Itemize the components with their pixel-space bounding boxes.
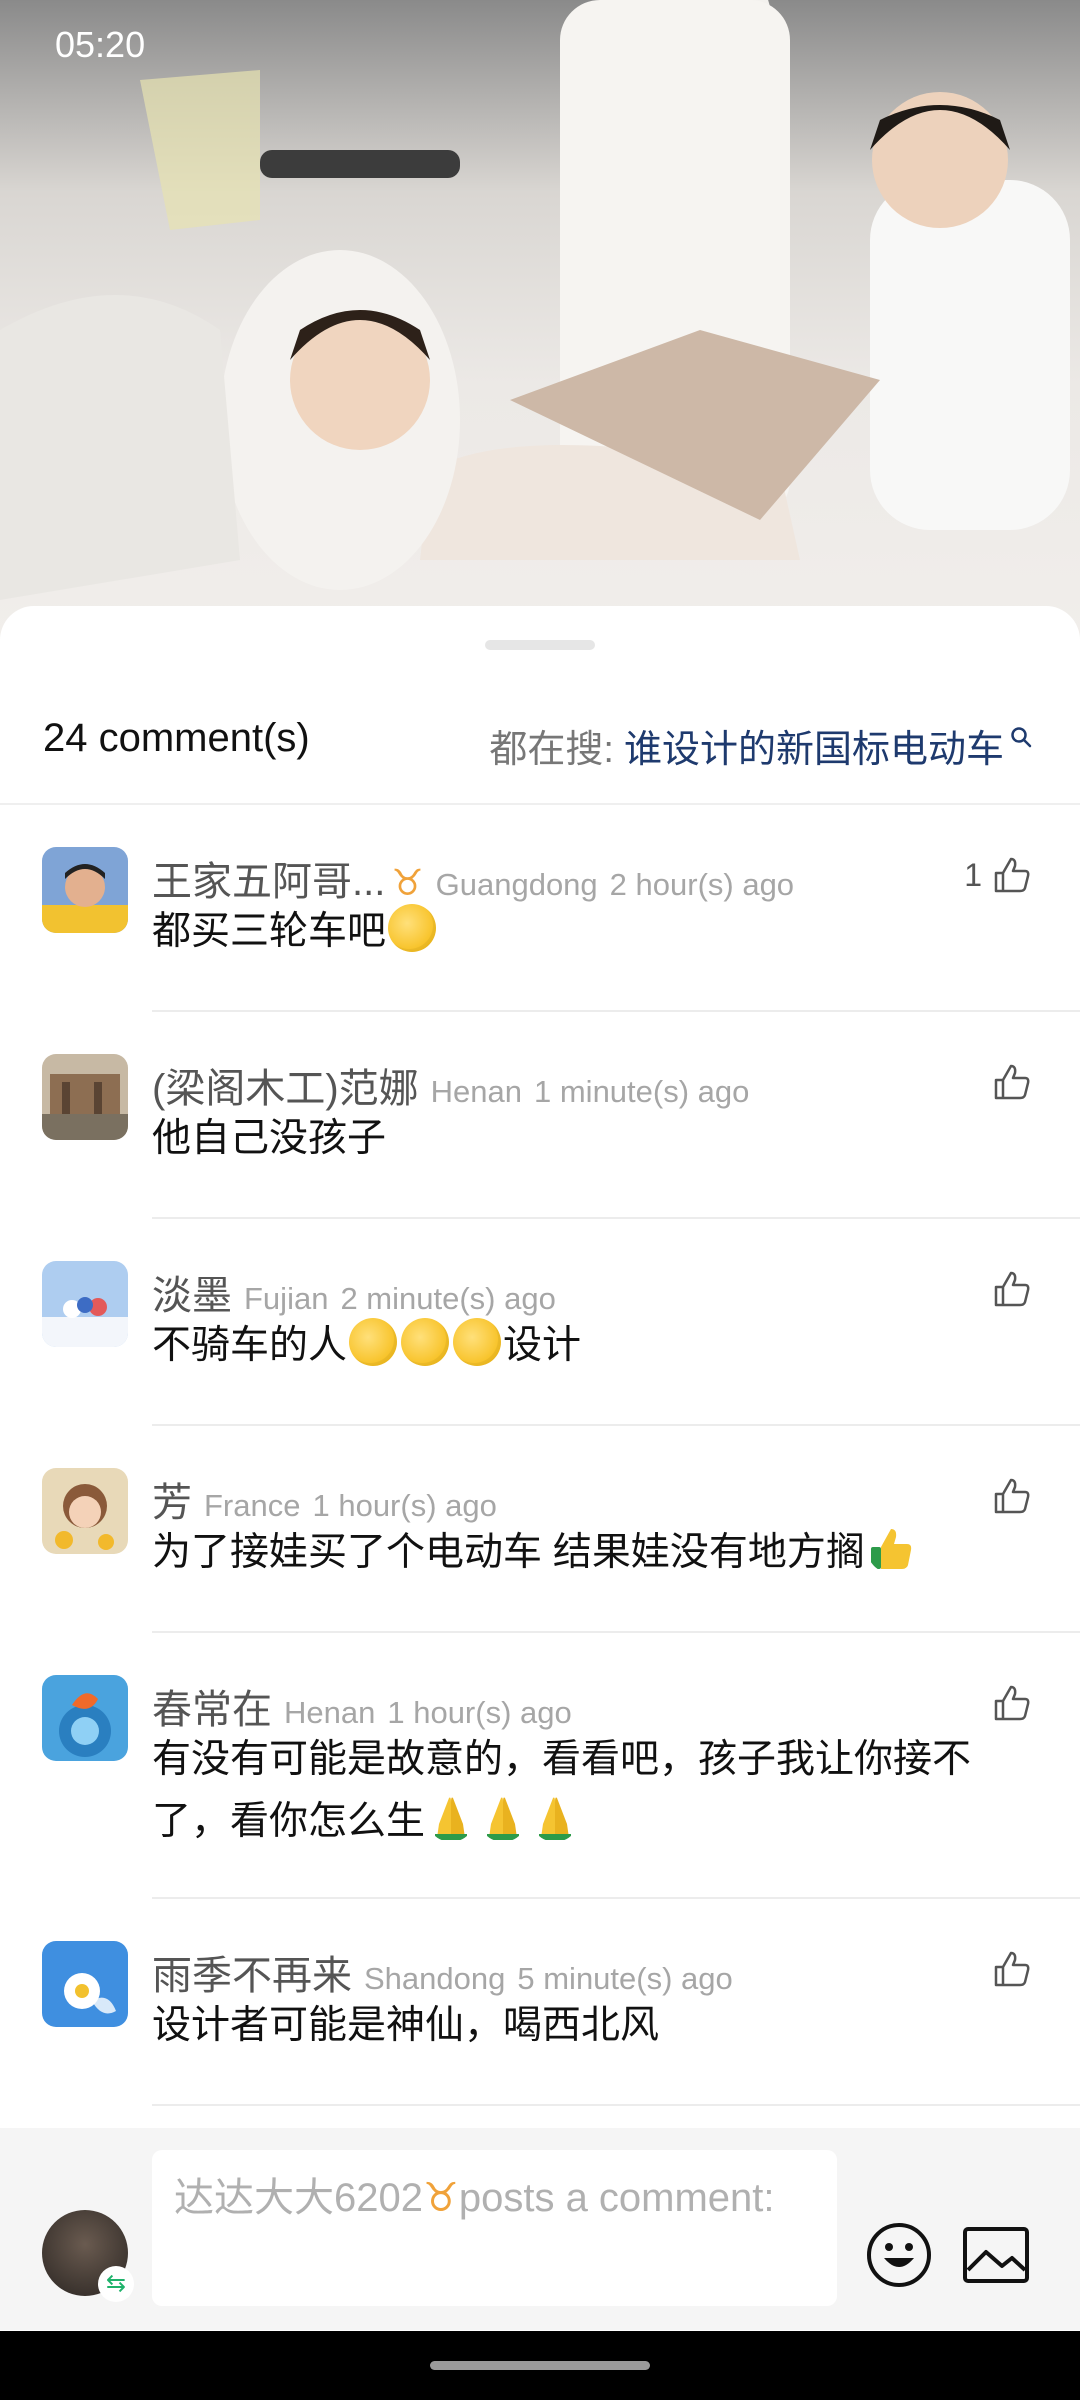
- comment-meta: 芳 France 1 hour(s) ago: [152, 1470, 497, 1528]
- comment-text: 他自己没孩子: [152, 1117, 387, 1160]
- zodiac-badge-icon: ♉: [422, 2176, 459, 2220]
- username[interactable]: 雨季不再来: [152, 1943, 352, 2001]
- comment-text: 都买三轮车吧: [152, 901, 1032, 963]
- username[interactable]: 春常在: [152, 1677, 272, 1735]
- comment-body: 为了接娃买了个电动车 结果娃没有地方搁: [152, 1531, 865, 1574]
- home-gesture-bar[interactable]: [430, 2361, 650, 2370]
- comment-item[interactable]: 春常在 Henan 1 hour(s) ago 有没有可能是故意的，看看吧，孩子…: [0, 1633, 1080, 1899]
- avatar[interactable]: [42, 847, 128, 933]
- placeholder-text: posts a comment:: [458, 2176, 775, 2220]
- comment-input-placeholder: 达达大大6202♉posts a comment:: [174, 2168, 794, 2228]
- username[interactable]: 淡墨: [152, 1263, 232, 1321]
- thumbs-up-icon[interactable]: [992, 1476, 1032, 1516]
- comment-text: 设计者可能是神仙，喝西北风: [152, 2004, 660, 2047]
- drag-handle[interactable]: [485, 640, 595, 650]
- divider: [152, 2104, 1080, 2106]
- comment-item[interactable]: 芳 France 1 hour(s) ago 为了接娃买了个电动车 结果娃没有地…: [0, 1426, 1080, 1633]
- thumbs-up-icon[interactable]: [992, 855, 1032, 895]
- comment-body: 不骑车的人: [152, 1324, 348, 1367]
- comment-text: 为了接娃买了个电动车 结果娃没有地方搁: [152, 1522, 1032, 1584]
- comment-meta: (梁阁木工)范娜 Henan 1 minute(s) ago: [152, 1056, 749, 1114]
- like-count: 1: [964, 857, 982, 893]
- location: Fujian: [244, 1281, 329, 1316]
- thumbs-up-emoji-icon: [870, 1529, 912, 1569]
- username[interactable]: (梁阁木工)范娜: [152, 1056, 419, 1114]
- location: Henan: [430, 1074, 522, 1109]
- avatar[interactable]: [42, 1468, 128, 1554]
- laugh-cry-emoji-icon: [388, 904, 437, 952]
- avatar[interactable]: [42, 1261, 128, 1347]
- comment-item[interactable]: 雨季不再来 Shandong 5 minute(s) ago 设计者可能是神仙，…: [0, 1899, 1080, 2106]
- status-time: 05:20: [55, 24, 146, 65]
- avatar[interactable]: [42, 1675, 128, 1761]
- comment-text: 不骑车的人 设计: [152, 1315, 1032, 1377]
- search-icon: [1011, 726, 1032, 747]
- thumbs-up-icon[interactable]: [992, 1949, 1032, 1989]
- timestamp: 1 hour(s) ago: [312, 1488, 497, 1523]
- placeholder-user: 达达大大6202: [174, 2176, 423, 2220]
- comment-item[interactable]: 王家五阿哥... ♉ Guangdong 2 hour(s) ago 都买三轮车…: [0, 805, 1080, 1012]
- video-image: [0, 0, 1070, 600]
- image-icon[interactable]: [962, 2226, 1030, 2284]
- pray-emoji-icon: [487, 1797, 520, 1840]
- location: Henan: [284, 1695, 376, 1730]
- laugh-cry-emoji-icon: [349, 1318, 398, 1366]
- comment-input[interactable]: 达达大大6202♉posts a comment:: [152, 2150, 837, 2306]
- thumbs-up-icon[interactable]: [992, 1269, 1032, 1309]
- timestamp: 1 hour(s) ago: [387, 1695, 572, 1730]
- laugh-cry-emoji-icon: [453, 1318, 502, 1366]
- location: Shandong: [364, 1961, 506, 1996]
- timestamp: 2 minute(s) ago: [340, 1281, 556, 1316]
- comment-count: 24 comment(s): [43, 716, 310, 760]
- comments-sheet: 24 comment(s) 都在搜: 谁设计的新国标电动车 王家五阿哥... ♉…: [0, 606, 1080, 2331]
- avatar[interactable]: [42, 1941, 128, 2027]
- comment-item[interactable]: (梁阁木工)范娜 Henan 1 minute(s) ago 他自己没孩子: [0, 1012, 1080, 1219]
- comment-list: 王家五阿哥... ♉ Guangdong 2 hour(s) ago 都买三轮车…: [0, 805, 1080, 2106]
- comment-body: 都买三轮车吧: [152, 910, 387, 953]
- comment-text: 有没有可能是故意的，看看吧，孩子我让你接不了，看你怎么生: [152, 1729, 1032, 1853]
- zodiac-badge-icon: ♉: [391, 862, 424, 903]
- comment-body-suffix: 设计: [503, 1324, 582, 1367]
- comment-meta: 雨季不再来 Shandong 5 minute(s) ago: [152, 1943, 733, 2001]
- timestamp: 5 minute(s) ago: [517, 1961, 733, 1996]
- comment-input-bar: ⇆ 达达大大6202♉posts a comment:: [0, 2128, 1080, 2330]
- hot-search-link[interactable]: 都在搜: 谁设计的新国标电动车: [489, 718, 1032, 773]
- thumbs-up-icon[interactable]: [992, 1062, 1032, 1102]
- pray-emoji-icon: [539, 1797, 572, 1840]
- location: Guangdong: [435, 867, 598, 902]
- username[interactable]: 芳: [152, 1470, 192, 1528]
- hot-search-term[interactable]: 谁设计的新国标电动车: [624, 718, 1004, 773]
- hot-search-label: 都在搜:: [489, 729, 614, 771]
- timestamp: 2 hour(s) ago: [609, 867, 795, 902]
- system-nav-bar: [0, 2331, 1080, 2400]
- thumbs-up-icon[interactable]: [992, 1683, 1032, 1723]
- switch-account-icon[interactable]: ⇆: [98, 2266, 134, 2302]
- avatar[interactable]: [42, 1054, 128, 1140]
- smiley-icon[interactable]: [866, 2222, 932, 2288]
- location: France: [204, 1488, 301, 1523]
- comment-item[interactable]: 淡墨 Fujian 2 minute(s) ago 不骑车的人 设计: [0, 1219, 1080, 1426]
- comment-meta: 王家五阿哥... ♉ Guangdong 2 hour(s) ago: [152, 849, 794, 907]
- video-frame[interactable]: 05:20: [0, 0, 1080, 640]
- comment-meta: 春常在 Henan 1 hour(s) ago: [152, 1677, 572, 1735]
- comment-meta: 淡墨 Fujian 2 minute(s) ago: [152, 1263, 556, 1321]
- username[interactable]: 王家五阿哥...: [152, 849, 385, 907]
- laugh-cry-emoji-icon: [401, 1318, 450, 1366]
- timestamp: 1 minute(s) ago: [534, 1074, 750, 1109]
- pray-emoji-icon: [435, 1797, 468, 1840]
